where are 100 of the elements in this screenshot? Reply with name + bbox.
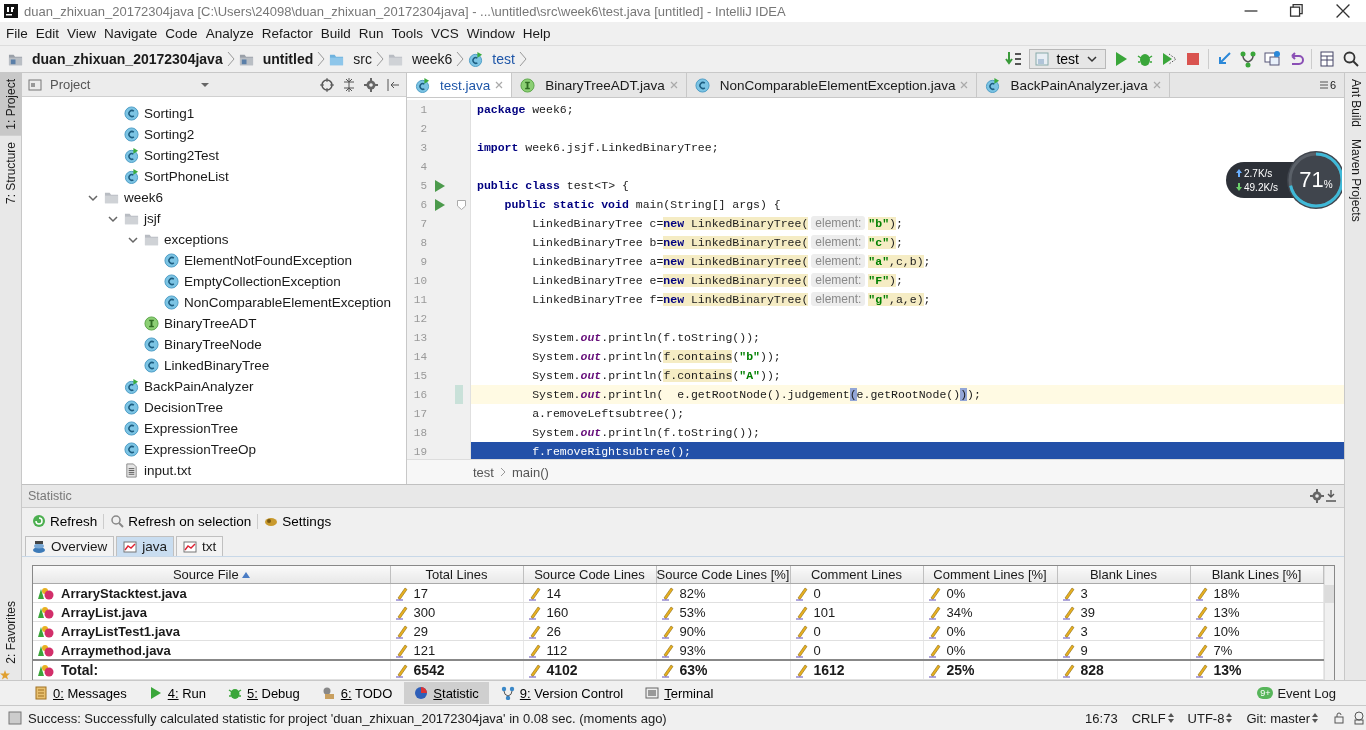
hide-icon[interactable] — [386, 77, 400, 92]
stop-icon[interactable] — [1184, 50, 1202, 68]
menu-item[interactable]: Run — [354, 26, 388, 41]
tree-item[interactable]: EmptyCollectionException — [184, 274, 341, 289]
tree-item[interactable]: input.txt — [144, 463, 192, 478]
tree-item[interactable]: jsjf — [144, 211, 161, 226]
tree-item[interactable]: LinkedBinaryTree — [164, 358, 270, 373]
pencil-icon — [660, 604, 674, 620]
side-tool-tab[interactable]: 1: Project — [0, 73, 21, 136]
menu-item[interactable]: VCS — [427, 26, 463, 41]
side-tool-tab[interactable]: 2: Favorites — [0, 595, 21, 670]
toolbar-button[interactable]: Settings — [258, 513, 338, 529]
pencil-icon — [660, 642, 674, 658]
table-cell: 63% — [679, 662, 708, 678]
menu-item[interactable]: View — [63, 26, 101, 41]
tool-window-button[interactable]: 9: Version Control — [490, 682, 634, 704]
class-icon — [144, 358, 159, 373]
breadcrumb-item[interactable]: main() — [511, 464, 549, 480]
tree-item[interactable]: DecisionTree — [144, 400, 224, 415]
gear-icon[interactable] — [364, 77, 378, 92]
branch-icon[interactable] — [1239, 50, 1257, 68]
menu-item[interactable]: Code — [161, 26, 202, 41]
tree-item[interactable]: Sorting2 — [144, 127, 195, 142]
line-number: 16 — [412, 388, 427, 401]
tool-window-button[interactable]: 6: TODO — [311, 682, 403, 704]
breadcrumb-item[interactable]: src — [353, 51, 372, 67]
tree-item[interactable]: SortPhoneList — [144, 169, 229, 184]
pencil-icon — [394, 585, 408, 601]
menu-item[interactable]: Build — [316, 26, 355, 41]
column-header[interactable]: Source Code Lines [%] — [656, 567, 790, 582]
scrollbar-thumb[interactable] — [1324, 585, 1334, 603]
coverage-icon[interactable] — [1160, 50, 1178, 68]
terminal-icon — [645, 686, 660, 700]
search-icon[interactable] — [1342, 50, 1360, 68]
app-logo-icon — [4, 4, 18, 18]
tree-item[interactable]: ExpressionTreeOp — [144, 442, 257, 457]
tree-item[interactable]: Sorting2Test — [144, 148, 220, 163]
editor-tab[interactable]: NonComparableElementException.java — [686, 73, 978, 97]
tree-item[interactable]: exceptions — [164, 232, 229, 247]
tree-item[interactable]: week6 — [124, 190, 164, 205]
menu-item[interactable]: Analyze — [201, 26, 258, 41]
editor-tab[interactable]: BinaryTreeADT.java — [512, 73, 687, 97]
breadcrumb-item[interactable]: test — [492, 51, 515, 67]
tool-window-button[interactable]: Statistic — [404, 682, 489, 704]
side-tool-tab[interactable]: 7: Structure — [0, 135, 21, 210]
tool-window-button[interactable]: 0: Messages — [24, 682, 137, 704]
breadcrumb-item[interactable]: week6 — [411, 51, 453, 67]
code-line: import week6.jsjf.LinkedBinaryTree; — [476, 140, 719, 156]
code-line: f.removeRightsubtree(); — [531, 444, 691, 459]
tab[interactable]: Overview — [25, 536, 115, 556]
tree-item[interactable]: BinaryTreeNode — [164, 337, 262, 352]
collapse-icon[interactable] — [342, 77, 356, 92]
menu-item[interactable]: Edit — [31, 26, 64, 41]
run-icon[interactable] — [435, 198, 445, 211]
tree-item[interactable]: BinaryTreeADT — [164, 316, 257, 331]
breadcrumb-item[interactable]: untitled — [262, 51, 314, 67]
status-selector[interactable]: UTF-8 — [1187, 710, 1225, 726]
breadcrumb-item[interactable]: test — [473, 464, 494, 480]
toolbar-button[interactable]: Refresh — [26, 513, 105, 529]
tree-item[interactable]: Sorting1 — [144, 106, 195, 121]
toolbar-button[interactable]: Refresh on selection — [104, 513, 259, 529]
status-selector[interactable]: Git: master — [1246, 710, 1310, 726]
tab-overflow-button[interactable]: 6 — [1319, 73, 1344, 97]
minimize-panel-icon[interactable] — [1324, 489, 1338, 503]
editor-tab[interactable]: test.java — [407, 73, 513, 97]
menu-item[interactable]: Window — [462, 26, 519, 41]
tree-item[interactable]: ExpressionTree — [144, 421, 239, 436]
gear-icon[interactable] — [1310, 489, 1324, 503]
menu-item[interactable]: File — [2, 26, 32, 41]
menu-item[interactable]: Help — [518, 26, 555, 41]
event-log-button[interactable]: Event Log — [1277, 685, 1336, 701]
column-header[interactable]: Source File — [172, 567, 239, 582]
fold-icon[interactable] — [457, 199, 466, 210]
tool-window-button[interactable]: 4: Run — [138, 682, 217, 704]
side-tool-tab[interactable]: Ant Build — [1345, 73, 1366, 134]
tool-window-button[interactable]: Terminal — [635, 682, 724, 704]
menu-item[interactable]: Refactor — [257, 26, 317, 41]
tab[interactable]: txt — [176, 536, 224, 556]
tool-window-button[interactable]: 5: Debug — [218, 682, 310, 704]
breadcrumb-item[interactable]: duan_zhixuan_20172304java — [32, 51, 223, 67]
menu-item[interactable]: Navigate — [100, 26, 162, 41]
tree-item[interactable]: ElementNotFoundException — [184, 253, 353, 268]
close-icon[interactable] — [1334, 2, 1352, 20]
menu-item[interactable]: Tools — [387, 26, 427, 41]
status-selector[interactable]: CRLF — [1131, 710, 1166, 726]
target-icon[interactable] — [320, 77, 334, 92]
window-compare-icon[interactable] — [1263, 50, 1281, 68]
transfer-rate: 2.7K/s — [1244, 167, 1273, 179]
lock-icon[interactable] — [1332, 711, 1346, 725]
side-tool-tab[interactable]: Maven Projects — [1345, 133, 1366, 228]
run-configuration-dropdown[interactable]: test — [1029, 49, 1106, 69]
tree-item[interactable]: NonComparableElementException — [184, 295, 392, 310]
tab[interactable]: java — [116, 536, 175, 556]
editor-tab[interactable]: BackPainAnalyzer.java — [977, 73, 1170, 97]
grid-icon[interactable] — [1318, 50, 1336, 68]
run-icon[interactable] — [435, 179, 445, 192]
cursor-position[interactable]: 16:73 — [1085, 710, 1118, 726]
tree-item[interactable]: BackPainAnalyzer — [144, 379, 254, 394]
restore-icon[interactable] — [1288, 2, 1306, 20]
sort-down-icon[interactable] — [1005, 50, 1024, 68]
